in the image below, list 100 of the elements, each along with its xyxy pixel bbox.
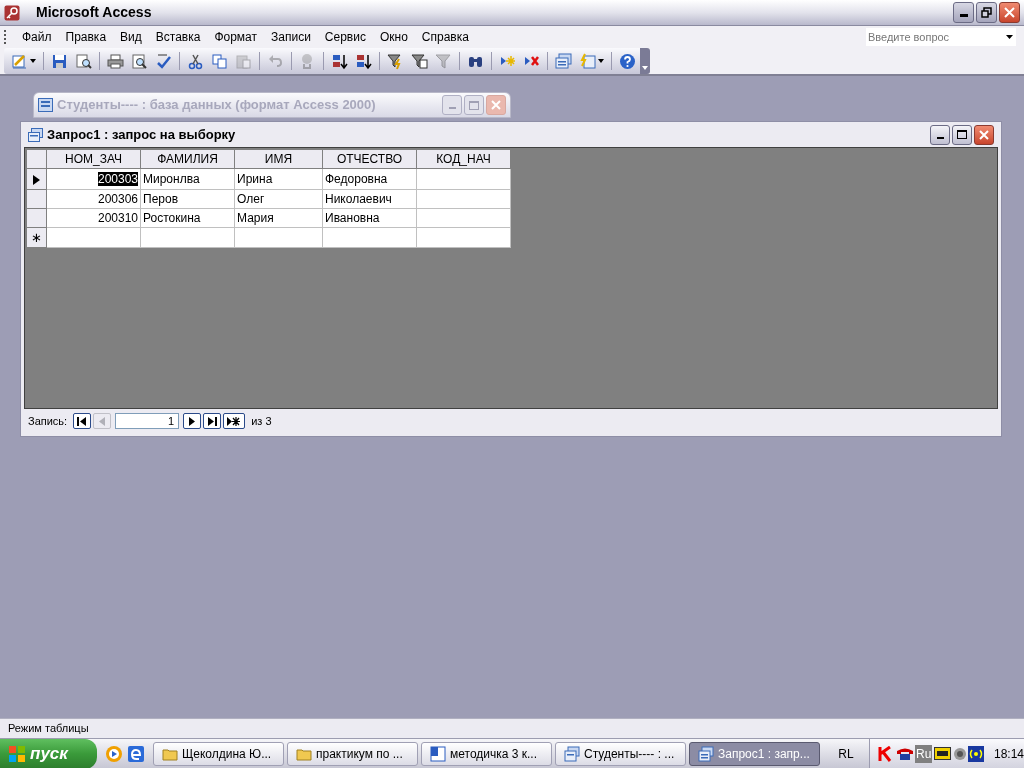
k-letter-icon[interactable]	[878, 745, 894, 762]
windows-button[interactable]	[552, 50, 575, 72]
table-cell: Николаевич	[325, 191, 392, 206]
menu-item[interactable]: Вид	[113, 28, 149, 46]
minimize-button[interactable]	[930, 124, 950, 145]
column-header[interactable]: ИМЯ	[234, 149, 323, 169]
restore-icon	[981, 7, 992, 18]
column-header[interactable]: ОТЧЕСТВО	[322, 149, 417, 169]
column-header[interactable]: ФАМИЛИЯ	[140, 149, 235, 169]
close-button[interactable]	[999, 2, 1020, 23]
clock: 18:14	[993, 745, 1024, 763]
save-icon	[51, 52, 68, 70]
menu-item[interactable]: Формат	[207, 28, 265, 46]
minimize-icon	[936, 136, 944, 139]
taskbar-button[interactable]: Студенты---- : ...	[555, 741, 686, 766]
table-cell: Ирина	[237, 171, 273, 186]
menu-item[interactable]: Сервис	[317, 28, 373, 46]
question-field[interactable]: Введите вопрос	[866, 28, 1002, 46]
dropdown-caret-icon	[1005, 35, 1013, 39]
dropdown-caret-icon	[598, 59, 604, 63]
new-record-icon	[227, 415, 242, 427]
last-icon	[207, 415, 218, 427]
table-cell: 200303	[97, 171, 138, 186]
close-icon	[1004, 7, 1015, 18]
query-icon	[28, 127, 43, 142]
table-cell: 200310	[97, 210, 138, 225]
help-icon	[619, 52, 636, 70]
sort-descending-icon	[355, 52, 372, 70]
menu-item[interactable]: Записи	[264, 28, 318, 46]
next-icon	[187, 415, 198, 427]
close-icon	[979, 129, 989, 140]
previous-icon	[97, 415, 108, 427]
table-cell: 200306	[97, 191, 138, 206]
minimize-icon	[959, 14, 968, 17]
maximize-button[interactable]	[952, 124, 972, 145]
toolbar-options-button[interactable]	[640, 48, 650, 74]
maximize-icon	[469, 100, 479, 110]
browser-icon[interactable]	[127, 744, 145, 763]
next-record-button[interactable]	[183, 413, 202, 429]
speaker-icon[interactable]	[952, 745, 967, 762]
phone-icon[interactable]	[895, 746, 913, 761]
table-cell: Миронлва	[143, 171, 200, 186]
record-count: из 3	[251, 413, 272, 429]
new-object-icon	[579, 52, 596, 70]
menu-item[interactable]: Вставка	[148, 28, 208, 46]
print-icon	[107, 52, 124, 70]
language-indicator[interactable]: RL	[831, 744, 861, 763]
key-icon	[4, 4, 20, 21]
minimize-button[interactable]	[953, 2, 974, 23]
close-icon	[491, 100, 501, 110]
new-record-button[interactable]	[223, 413, 246, 429]
column-header[interactable]: КОД_НАЧ	[416, 149, 511, 169]
start-button[interactable]: пуск	[0, 738, 97, 768]
database-icon	[38, 98, 53, 112]
menu-item[interactable]: Правка	[58, 28, 114, 46]
column-header[interactable]: НОМ_ЗАЧ	[46, 149, 141, 169]
window-title: Запрос1 : запрос на выборку	[47, 125, 236, 144]
table-cell: Перов	[143, 191, 179, 206]
table-cell: Федоровна	[325, 171, 388, 186]
maximize-icon	[957, 130, 967, 139]
record-number-field[interactable]: 1	[115, 413, 180, 429]
language-icon[interactable]: Ru	[915, 744, 933, 763]
tray-icon[interactable]	[934, 747, 951, 760]
magnifier-page-icon	[75, 52, 92, 70]
close-button[interactable]	[974, 124, 994, 145]
ruler-pencil-icon	[11, 52, 28, 70]
dropdown-button[interactable]	[1002, 28, 1016, 46]
media-player-icon[interactable]	[105, 744, 123, 763]
windows-icon	[555, 52, 572, 70]
filter-lightning-icon	[387, 52, 404, 70]
cut-icon	[187, 52, 204, 70]
wireless-icon[interactable]	[968, 745, 984, 762]
table-cell: Мария	[237, 210, 274, 225]
table-cell: Ростокина	[143, 210, 201, 225]
status-text: Режим таблицы	[8, 721, 89, 737]
dropdown-caret-icon	[30, 59, 36, 63]
first-record-button[interactable]	[73, 413, 92, 429]
copy-icon	[211, 52, 228, 70]
new-record-marker: ∗	[31, 229, 42, 245]
dropdown-caret-icon	[642, 66, 648, 71]
paste-icon	[235, 52, 252, 70]
restore-button[interactable]	[976, 2, 997, 23]
window-title: Microsoft Access	[36, 3, 152, 22]
taskbar-button[interactable]: Щеколдина Ю...	[153, 741, 284, 766]
document-icon	[430, 745, 446, 762]
spelling-check-icon	[155, 52, 172, 70]
filter-icon	[435, 52, 452, 70]
table-cell: Олег	[237, 191, 265, 206]
menu-item[interactable]: Файл	[15, 28, 59, 46]
filter-form-icon	[411, 52, 428, 70]
print-preview-icon	[131, 52, 148, 70]
sort-ascending-icon	[331, 52, 348, 70]
menu-item[interactable]: Окно	[372, 28, 415, 46]
taskbar-button[interactable]: практикум по ...	[287, 741, 418, 766]
taskbar-button[interactable]: методичка 3 к...	[421, 741, 552, 766]
minimize-icon	[448, 107, 456, 109]
window-title: Студенты---- : база данных (формат Access 2000)	[57, 96, 376, 115]
windows-flag-icon	[8, 744, 26, 763]
last-record-button[interactable]	[203, 413, 222, 429]
menu-item[interactable]: Справка	[414, 28, 476, 46]
